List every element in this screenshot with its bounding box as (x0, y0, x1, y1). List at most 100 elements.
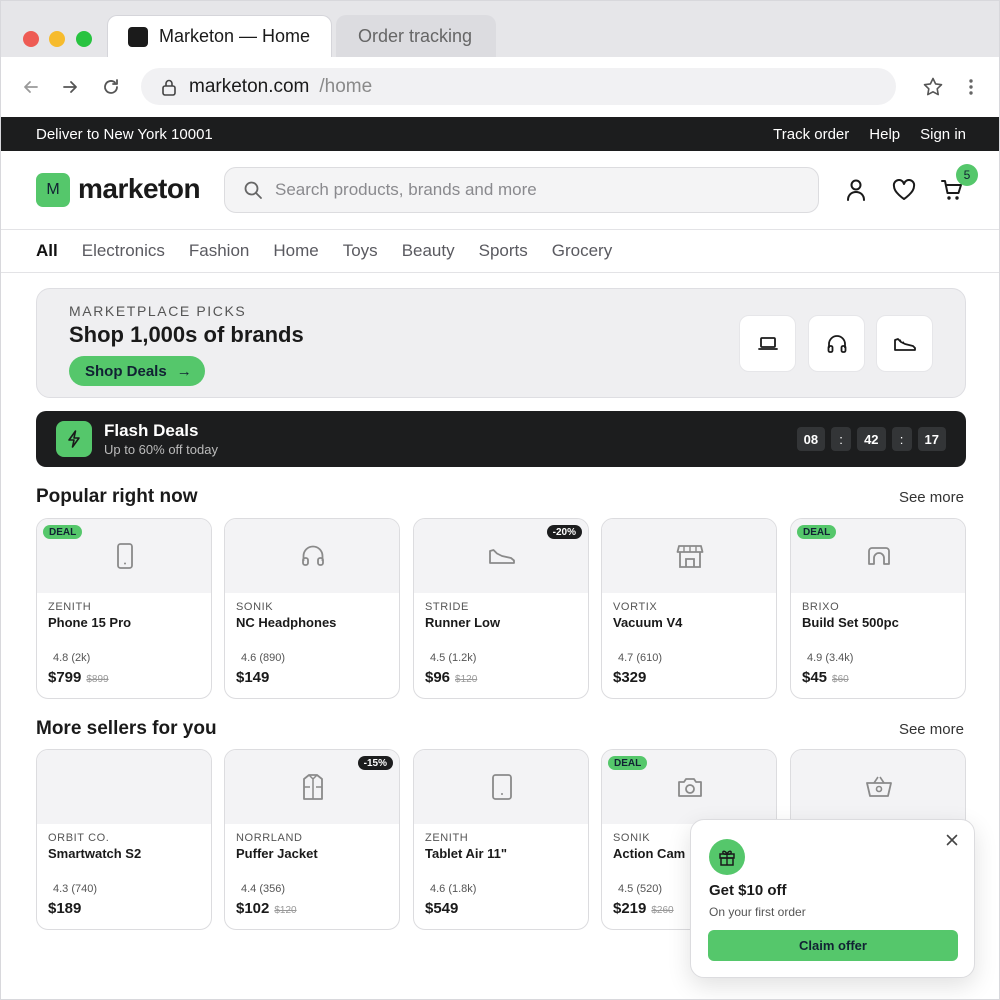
product-card[interactable]: ORBIT CO. Smartwatch S2 4.3 (740) $189 (36, 749, 212, 930)
flash-deals-subtitle: Up to 60% off today (104, 442, 218, 457)
timer-separator: : (831, 427, 852, 451)
product-price: $96 (425, 669, 451, 686)
tab-label: Marketon — Home (159, 26, 311, 46)
category-beauty[interactable]: Beauty (402, 241, 455, 261)
cart-count-badge: 5 (956, 164, 978, 186)
popular-section-title: Popular right now (36, 486, 198, 507)
product-brand: ZENITH (425, 832, 469, 844)
product-card[interactable]: VORTIX Vacuum V4 4.7 (610) $329 (601, 518, 777, 699)
flash-deals-bar[interactable]: Flash Deals Up to 60% off today 08 : 42 … (36, 411, 966, 467)
product-price: $102 (236, 900, 270, 917)
timer-separator: : (891, 427, 912, 451)
product-brand: SONIK (236, 601, 274, 613)
product-card[interactable]: DEAL BRIXO Build Set 500pc 4.9 (3.4k) $4… (790, 518, 966, 699)
product-card[interactable]: -20% STRIDE Runner Low 4.5 (1.2k) $96 $1… (413, 518, 589, 699)
logo-mark[interactable]: M (36, 173, 70, 207)
deliver-location-link[interactable]: Deliver to New York 10001 (36, 126, 213, 143)
utility-bar: Deliver to New York 10001 Track order He… (1, 117, 999, 151)
product-rating: 4.5 (1.2k) (430, 652, 477, 664)
category-electronics[interactable]: Electronics (82, 241, 165, 261)
account-icon[interactable] (842, 176, 870, 204)
product-price: $189 (48, 900, 82, 917)
sneaker-icon (893, 335, 917, 353)
timer-seconds: 17 (917, 427, 946, 451)
search-input[interactable] (275, 180, 775, 200)
product-old-price: $260 (651, 905, 674, 916)
product-price-row: $189 (48, 900, 81, 917)
back-icon[interactable] (19, 75, 43, 99)
product-old-price: $120 (274, 905, 297, 916)
deal-badge: DEAL (797, 525, 837, 539)
product-name: Phone 15 Pro (48, 615, 132, 630)
category-home[interactable]: Home (273, 241, 318, 261)
reload-icon[interactable] (99, 75, 123, 99)
logo-text[interactable]: marketon (78, 173, 201, 205)
more-menu-icon[interactable] (959, 75, 983, 99)
category-grocery[interactable]: Grocery (552, 241, 612, 261)
product-brand: NORRLAND (236, 832, 303, 844)
product-price-row: $549 (425, 900, 458, 917)
category-toys[interactable]: Toys (343, 241, 378, 261)
category-all[interactable]: All (36, 241, 58, 261)
close-window-button[interactable] (23, 31, 39, 47)
product-price-row: $329 (613, 669, 646, 686)
browser-window: Marketon — Home Order tracking marketon.… (0, 0, 1000, 1000)
product-price-row: $219 $260 (613, 900, 674, 917)
product-rating: 4.8 (2k) (53, 652, 91, 664)
sign-in-link[interactable]: Sign in (920, 126, 966, 143)
product-price-row: $102 $120 (236, 900, 297, 917)
camera-icon (676, 775, 704, 799)
category-fashion[interactable]: Fashion (189, 241, 249, 261)
category-nav: All Electronics Fashion Home Toys Beauty… (36, 241, 636, 261)
product-image (414, 750, 588, 824)
product-price-row: $149 (236, 669, 269, 686)
product-name: Smartwatch S2 (48, 846, 142, 861)
product-rating: 4.5 (520) (618, 883, 663, 895)
countdown-timer: 08 : 42 : 17 (796, 427, 946, 451)
maximize-window-button[interactable] (76, 31, 92, 47)
product-card[interactable]: ZENITH Tablet Air 11" 4.6 (1.8k) $549 (413, 749, 589, 930)
category-sports[interactable]: Sports (479, 241, 528, 261)
popup-subtitle: On your first order (709, 905, 806, 919)
headphones-icon (826, 333, 848, 355)
url-bar[interactable]: marketon.com /home (141, 68, 896, 105)
deal-badge: DEAL (608, 756, 648, 770)
product-name: Build Set 500pc (802, 615, 899, 630)
category-divider (1, 272, 999, 273)
product-brand: STRIDE (425, 601, 469, 613)
minimize-window-button[interactable] (49, 31, 65, 47)
help-link[interactable]: Help (869, 126, 900, 143)
gift-icon (709, 839, 745, 875)
forward-icon[interactable] (58, 75, 82, 99)
flash-deals-title: Flash Deals (104, 421, 199, 440)
hero-banner: MARKETPLACE PICKS Shop 1,000s of brands … (36, 288, 966, 398)
hero-tile-sneaker[interactable] (876, 315, 933, 372)
product-brand: BRIXO (802, 601, 840, 613)
product-rating: 4.9 (3.4k) (807, 652, 854, 664)
tab-order-tracking[interactable]: Order tracking (336, 15, 496, 57)
bookmark-star-icon[interactable] (921, 75, 945, 99)
hero-tile-headphones[interactable] (808, 315, 865, 372)
track-order-link[interactable]: Track order (773, 126, 849, 143)
product-card[interactable]: DEAL ZENITH Phone 15 Pro 4.8 (2k) $799 $… (36, 518, 212, 699)
claim-offer-button[interactable]: Claim offer (708, 930, 958, 961)
jacket-icon (301, 773, 325, 801)
close-icon[interactable] (944, 832, 960, 848)
product-image (225, 519, 399, 593)
popular-see-more-link[interactable]: See more (899, 489, 964, 506)
shop-deals-label: Shop Deals (85, 362, 167, 380)
tab-strip: Marketon — Home Order tracking (1, 1, 999, 57)
search-box[interactable] (224, 167, 819, 213)
hero-tile-laptop[interactable] (739, 315, 796, 372)
sellers-see-more-link[interactable]: See more (899, 721, 964, 738)
product-card[interactable]: -15% NORRLAND Puffer Jacket 4.4 (356) $1… (224, 749, 400, 930)
shop-deals-button[interactable]: Shop Deals → (69, 356, 205, 386)
product-price-row: $799 $899 (48, 669, 109, 686)
product-card[interactable]: SONIK NC Headphones 4.6 (890) $149 (224, 518, 400, 699)
tablet-icon (491, 773, 513, 801)
product-name: Puffer Jacket (236, 846, 318, 861)
url-path: /home (319, 75, 373, 97)
tab-home[interactable]: Marketon — Home (107, 15, 332, 57)
product-image (791, 750, 965, 824)
wishlist-heart-icon[interactable] (890, 176, 918, 204)
